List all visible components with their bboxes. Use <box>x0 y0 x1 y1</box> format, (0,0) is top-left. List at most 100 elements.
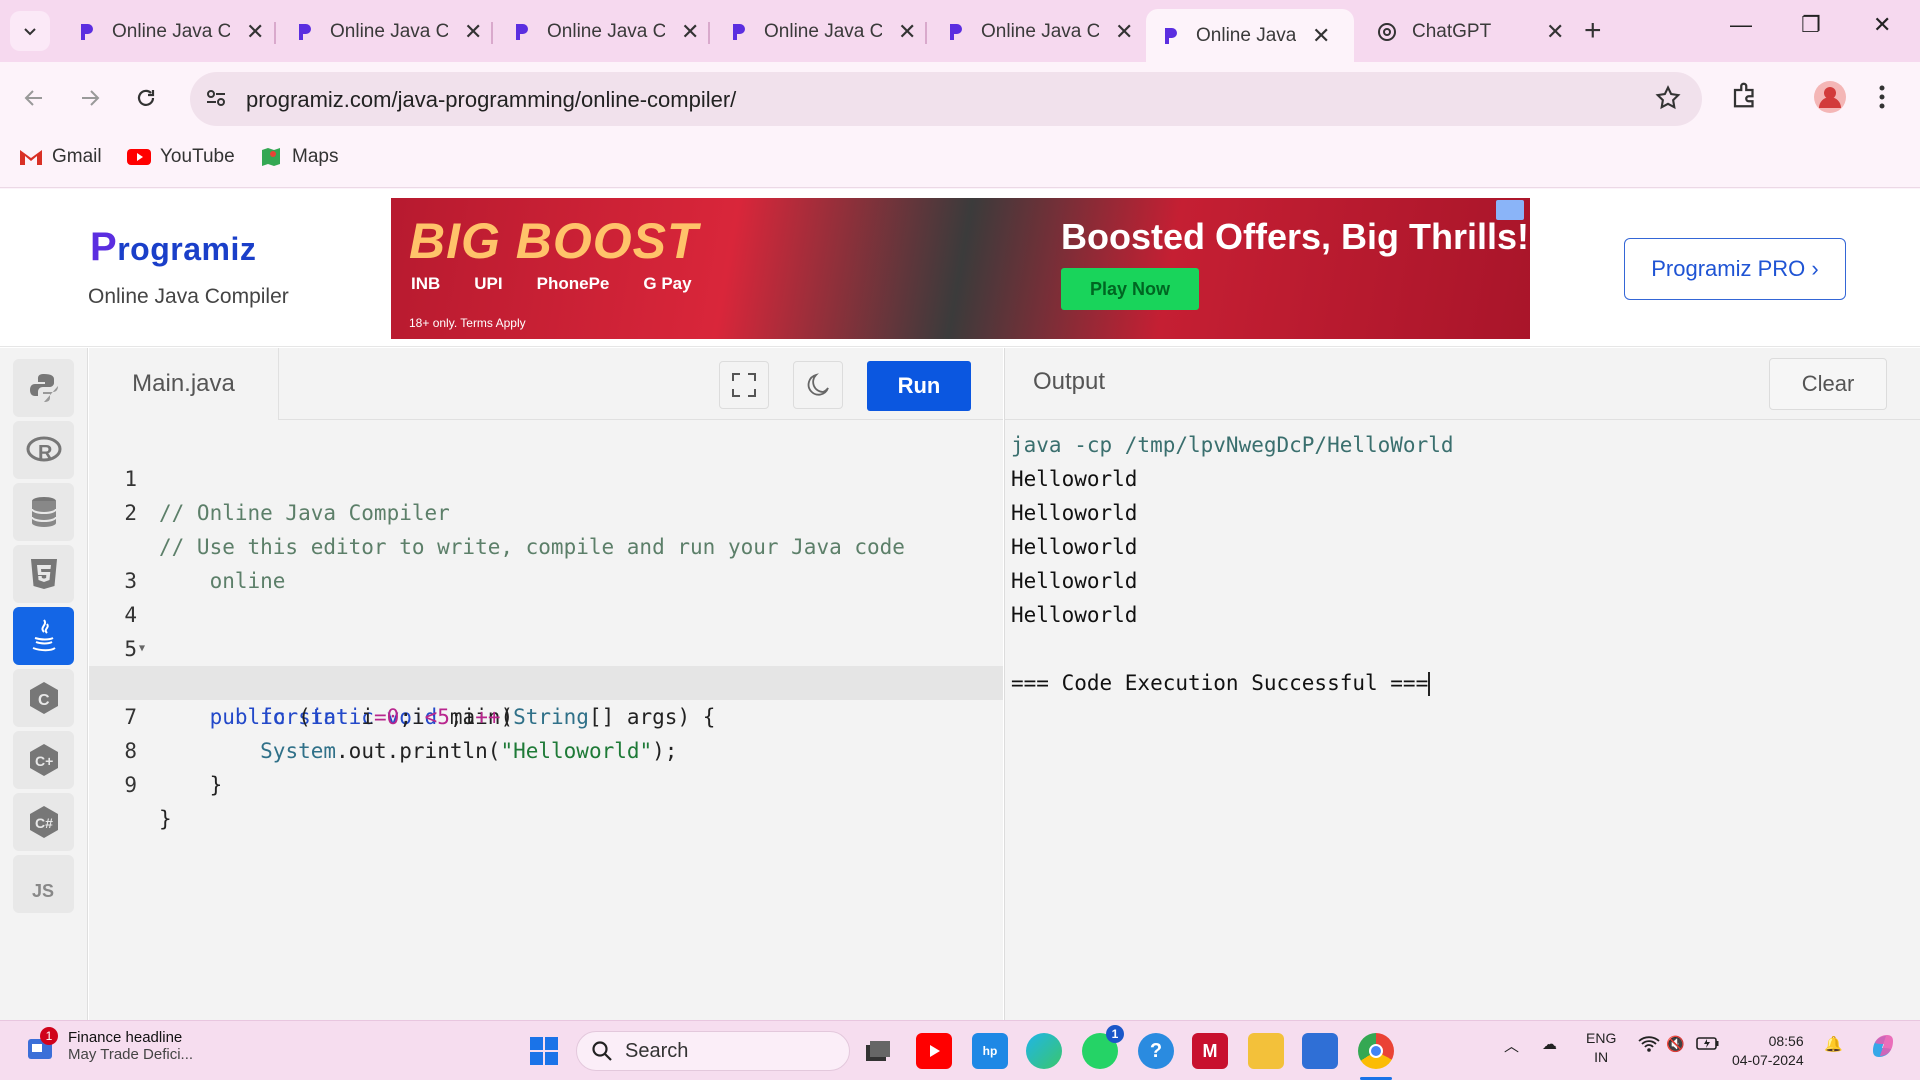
browser-tab[interactable]: Online Java C ✕ <box>280 9 496 55</box>
code-line[interactable]: 2 // Use this editor to write, compile a… <box>89 462 1003 559</box>
site-info-icon[interactable] <box>204 86 228 115</box>
volume-muted-icon[interactable]: 🔇 <box>1666 1035 1685 1053</box>
code-line[interactable]: 9 } <box>89 734 1003 831</box>
profile-avatar-icon[interactable] <box>1813 80 1847 119</box>
code-line[interactable]: 1 // Online Java Compiler <box>89 428 1003 525</box>
bookmark-gmail[interactable]: Gmail <box>18 146 102 168</box>
browser-tab[interactable]: Online Java C ✕ <box>62 9 278 55</box>
back-icon[interactable] <box>16 80 52 116</box>
tab-search-button[interactable] <box>10 11 50 51</box>
battery-icon[interactable] <box>1696 1035 1720 1055</box>
reload-icon[interactable] <box>128 80 164 116</box>
ad-play-now-button[interactable]: Play Now <box>1061 268 1199 310</box>
programiz-favicon-icon <box>294 21 316 43</box>
programiz-pro-button[interactable]: Programiz PRO › <box>1624 238 1846 300</box>
help-app-icon[interactable]: ? <box>1138 1033 1174 1069</box>
browser-tab[interactable]: ChatGPT ✕ <box>1362 9 1578 55</box>
tab-title: Online Java C <box>981 21 1099 42</box>
extensions-icon[interactable] <box>1730 80 1760 115</box>
run-button[interactable]: Run <box>867 361 971 411</box>
ad-banner[interactable]: BIG BOOST INB UPI PhonePe G Pay 18+ only… <box>391 198 1530 339</box>
microsoft-store-icon[interactable] <box>1302 1033 1338 1069</box>
onedrive-cloud-icon[interactable]: ☁ <box>1542 1035 1557 1053</box>
cpp-language-icon[interactable]: C+ <box>13 731 74 789</box>
dark-mode-moon-icon[interactable] <box>793 361 843 409</box>
wifi-icon[interactable] <box>1638 1035 1660 1057</box>
close-tab-icon[interactable]: ✕ <box>246 19 264 45</box>
code-editor[interactable]: 1 // Online Java Compiler 2 // Use this … <box>89 420 1003 1020</box>
bookmark-label: Maps <box>292 146 339 167</box>
html5-icon[interactable] <box>13 545 74 603</box>
taskbar-clock[interactable]: 08:56 04-07-2024 <box>1732 1032 1804 1070</box>
copilot-icon[interactable] <box>1868 1031 1898 1065</box>
code-line[interactable]: 4 ▼ class HelloWorld { <box>89 564 1003 695</box>
address-bar[interactable]: programiz.com/java-programming/online-co… <box>190 72 1702 126</box>
output-title: Output <box>1033 368 1106 395</box>
chatgpt-favicon-icon <box>1376 21 1398 43</box>
adchoices-icon[interactable] <box>1496 200 1524 220</box>
logo-letter: P <box>90 225 118 269</box>
myhp-app-icon[interactable]: hp <box>972 1033 1008 1069</box>
input-language-indicator[interactable]: ENG IN <box>1586 1029 1616 1067</box>
tab-title: Online Java C <box>1196 24 1296 46</box>
browser-tab-active[interactable]: Online Java C ✕ <box>1146 9 1354 62</box>
bookmark-youtube[interactable]: YouTube <box>126 146 235 168</box>
edge-browser-icon[interactable] <box>1026 1033 1062 1069</box>
new-tab-icon[interactable]: + <box>1584 14 1602 48</box>
editor-header: Main.java Run <box>89 348 1003 420</box>
close-tab-icon[interactable]: ✕ <box>1115 19 1133 45</box>
r-language-icon[interactable]: R <box>13 421 74 479</box>
sql-database-icon[interactable] <box>13 483 74 541</box>
bookmark-maps[interactable]: Maps <box>258 146 338 168</box>
close-tab-icon[interactable]: ✕ <box>681 19 699 45</box>
minimize-icon[interactable]: — <box>1730 12 1752 38</box>
windows-start-icon[interactable] <box>526 1033 562 1069</box>
show-hidden-icons-chevron-icon[interactable]: ︿ <box>1504 1035 1519 1056</box>
close-tab-icon[interactable]: ✕ <box>464 19 482 45</box>
whatsapp-badge: 1 <box>1106 1025 1124 1043</box>
programiz-logo[interactable]: Programiz <box>90 225 256 270</box>
c-language-icon[interactable]: C <box>13 669 74 727</box>
restore-icon[interactable]: ❐ <box>1801 12 1821 38</box>
code-line[interactable]: 5 ▼ public static void main(String[] arg… <box>89 598 1003 729</box>
ad-terms: 18+ only. Terms Apply <box>409 316 526 330</box>
code-line-active[interactable]: 7 System.out.println("Helloworld"); <box>89 666 1003 763</box>
bookmark-label: YouTube <box>160 146 235 167</box>
code-line-wrapped[interactable]: online <box>89 496 1003 593</box>
javascript-language-icon[interactable]: JS <box>13 855 74 913</box>
close-tab-icon[interactable]: ✕ <box>1546 19 1564 45</box>
taskbar-search-box[interactable]: Search <box>576 1031 850 1071</box>
browser-tab[interactable]: Online Java C ✕ <box>931 9 1147 55</box>
mcafee-icon[interactable]: M <box>1192 1033 1228 1069</box>
task-view-icon[interactable] <box>860 1033 896 1069</box>
chrome-app-icon[interactable] <box>1358 1033 1394 1069</box>
url-text[interactable]: programiz.com/java-programming/online-co… <box>246 87 736 113</box>
close-window-icon[interactable]: ✕ <box>1873 12 1891 38</box>
java-language-icon[interactable] <box>13 607 74 665</box>
notifications-bell-icon[interactable]: 🔔 <box>1824 1035 1843 1053</box>
browser-menu-icon[interactable] <box>1876 84 1888 115</box>
code-line[interactable]: 6 for(int i=0;i<5;i++) <box>89 632 1003 729</box>
svg-text:C#: C# <box>35 815 53 831</box>
file-explorer-icon[interactable] <box>1248 1033 1284 1069</box>
output-console[interactable]: java -cp /tmp/lpvNwegDcP/HelloWorld Hell… <box>1004 420 1920 1020</box>
whatsapp-icon[interactable]: 1 <box>1082 1025 1124 1069</box>
chrome-center-icon <box>1369 1044 1383 1058</box>
browser-tab[interactable]: Online Java C ✕ <box>497 9 713 55</box>
csharp-language-icon[interactable]: C# <box>13 793 74 851</box>
bookmark-star-icon[interactable] <box>1654 84 1682 117</box>
news-widget[interactable]: 1 Finance headline May Trade Defici... <box>24 1027 193 1063</box>
code-line[interactable]: 8 } <box>89 700 1003 797</box>
clear-button[interactable]: Clear <box>1769 358 1887 410</box>
youtube-app-icon[interactable] <box>916 1033 952 1069</box>
python-language-icon[interactable] <box>13 359 74 417</box>
language-sidebar: R C C+ C# JS <box>0 348 88 1020</box>
forward-icon[interactable] <box>72 80 108 116</box>
close-tab-icon[interactable]: ✕ <box>898 19 916 45</box>
fullscreen-icon[interactable] <box>719 361 769 409</box>
close-tab-icon[interactable]: ✕ <box>1312 23 1330 49</box>
file-tab-main-java[interactable]: Main.java <box>89 348 279 420</box>
code-line[interactable]: 3 <box>89 530 1003 593</box>
browser-tab[interactable]: Online Java C ✕ <box>714 9 930 55</box>
ad-partner-logos: INB UPI PhonePe G Pay <box>411 274 692 294</box>
